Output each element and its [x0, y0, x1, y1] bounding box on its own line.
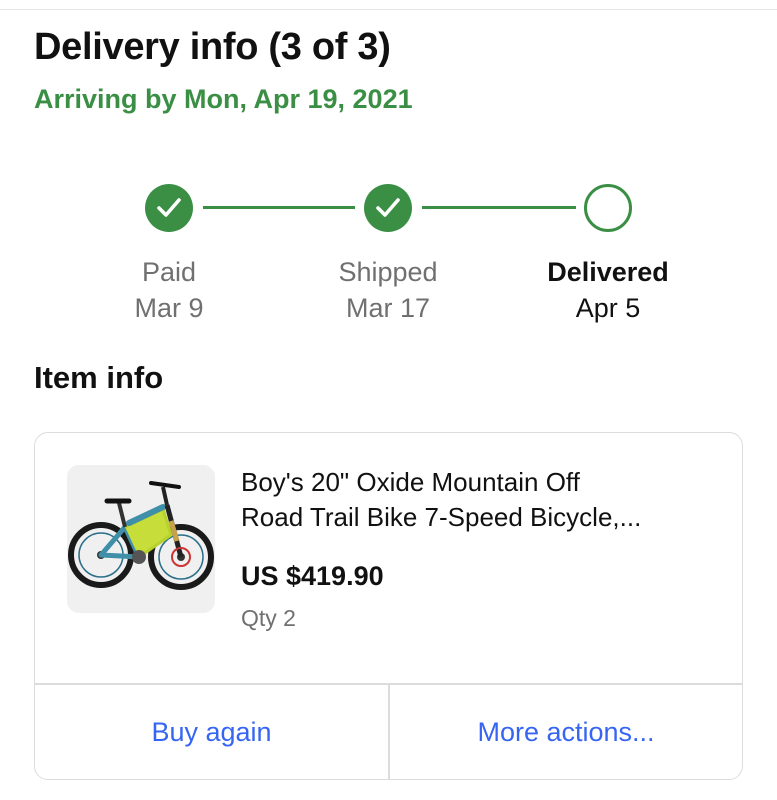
item-price: US $419.90: [241, 561, 384, 591]
step-shipped-label: Shipped Mar 17: [288, 254, 488, 326]
item-card: Boy's 20" Oxide Mountain Off Road Trail …: [34, 432, 743, 780]
check-icon: [376, 198, 400, 217]
item-quantity: Qty 2: [241, 605, 296, 631]
step-date: Mar 17: [345, 293, 431, 323]
step-paid-label: Paid Mar 9: [69, 254, 269, 326]
buy-again-button[interactable]: Buy again: [35, 684, 388, 779]
step-delivered-label: Delivered Apr 5: [508, 254, 708, 326]
mountain-bike-image: [68, 481, 214, 590]
more-actions-button[interactable]: More actions...: [390, 684, 742, 779]
step-shipped-check-icon: [364, 184, 412, 232]
progress-connector-2: [422, 206, 576, 209]
arrival-estimate: Arriving by Mon, Apr 19, 2021: [34, 84, 413, 114]
check-icon: [157, 198, 181, 217]
step-name: Shipped: [338, 257, 438, 287]
item-info-heading: Item info: [34, 360, 164, 395]
step-name: Delivered: [547, 257, 669, 287]
step-paid-check-icon: [145, 184, 193, 232]
item-title-line-1: Boy's 20" Oxide Mountain Off: [241, 467, 580, 497]
step-date: Mar 9: [134, 293, 204, 323]
top-divider: [0, 9, 777, 10]
page-title: Delivery info (3 of 3): [34, 26, 391, 68]
step-delivered-empty-circle-icon: [584, 184, 632, 232]
delivery-progress-tracker: [0, 180, 777, 240]
progress-connector-1: [203, 206, 355, 209]
step-date: Apr 5: [575, 293, 641, 323]
item-title-line-2: Road Trail Bike 7-Speed Bicycle,...: [241, 502, 642, 532]
step-name: Paid: [141, 257, 197, 287]
item-title-link[interactable]: Boy's 20" Oxide Mountain Off Road Trail …: [241, 465, 711, 535]
item-thumbnail[interactable]: [67, 465, 215, 613]
